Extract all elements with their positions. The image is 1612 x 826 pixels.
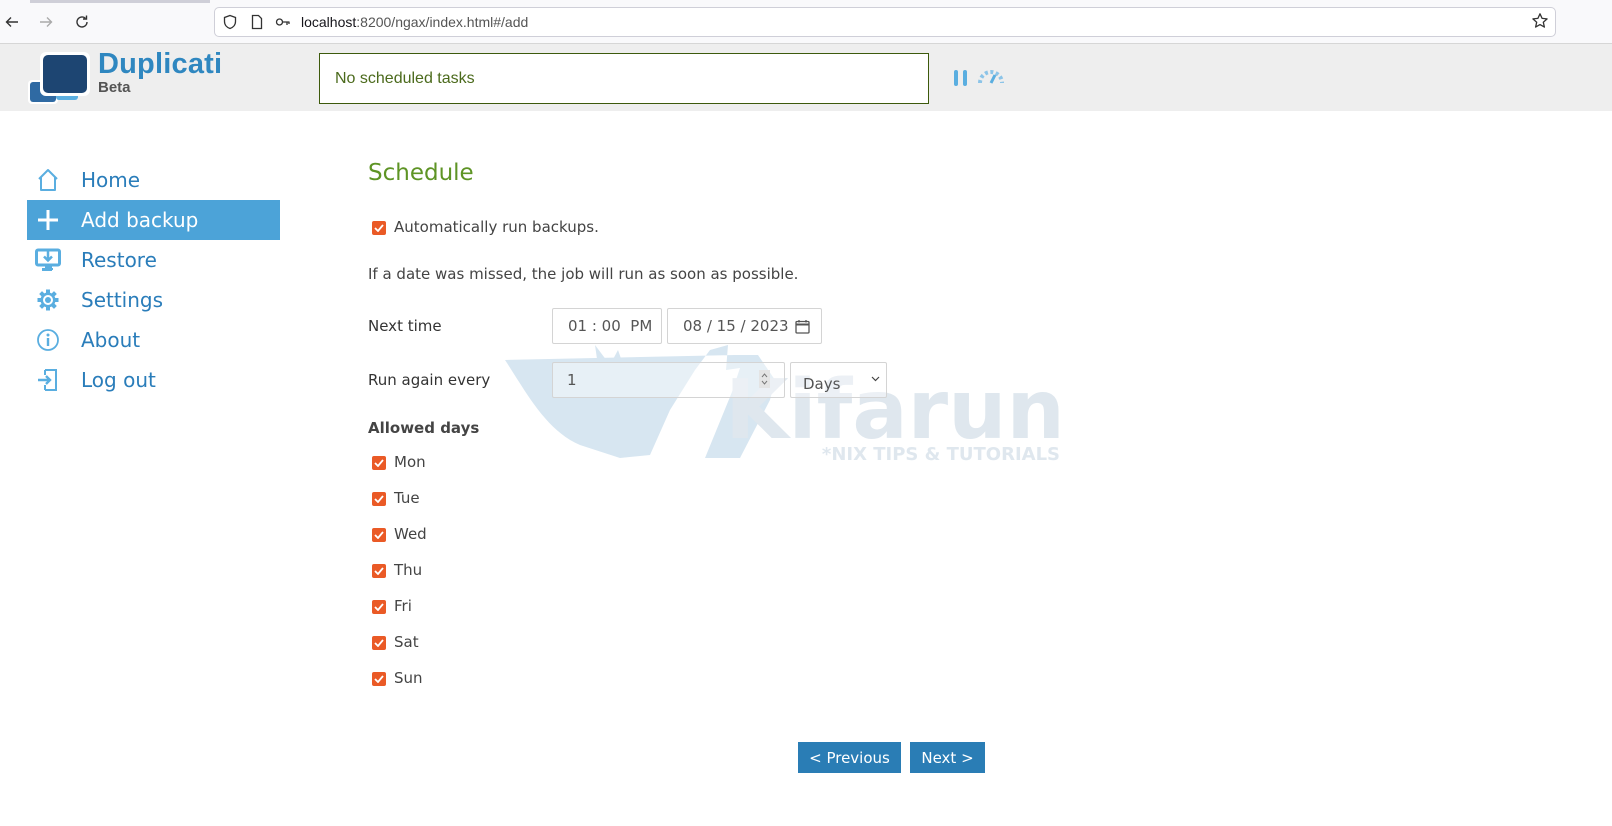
check-icon: [374, 639, 384, 647]
plus-icon: [38, 210, 58, 230]
bookmark-button[interactable]: [1531, 12, 1549, 35]
sidebar-item-label: Restore: [81, 248, 157, 272]
page-title: Schedule: [368, 160, 474, 186]
reload-icon: [76, 15, 88, 28]
arrow-right-icon: [40, 17, 53, 27]
previous-button[interactable]: < Previous: [798, 742, 901, 773]
check-icon: [374, 224, 384, 232]
day-label-mon[interactable]: Mon: [394, 453, 426, 471]
shield-icon: [223, 14, 237, 30]
url-path: :8200/ngax/index.html#/add: [356, 14, 529, 30]
sidebar-item-label: Log out: [81, 368, 156, 392]
run-again-unit-value: Days: [803, 375, 841, 393]
day-checkbox-fri[interactable]: [372, 600, 386, 614]
status-text: No scheduled tasks: [335, 69, 475, 87]
app-header: Duplicati Beta No scheduled tasks: [0, 44, 1612, 111]
back-button[interactable]: [0, 10, 24, 34]
day-checkbox-thu[interactable]: [372, 564, 386, 578]
check-icon: [374, 675, 384, 683]
sidebar-item-home[interactable]: Home: [27, 160, 280, 200]
status-box: No scheduled tasks: [319, 53, 929, 104]
pause-icon-bar: [963, 70, 967, 86]
arrow-left-icon: [5, 17, 18, 27]
brand: Duplicati Beta: [98, 48, 222, 96]
address-bar[interactable]: localhost:8200/ngax/index.html#/add: [214, 7, 1556, 37]
check-icon: [374, 459, 384, 467]
check-icon: [374, 531, 384, 539]
restore-icon: [35, 248, 61, 271]
day-label-sun[interactable]: Sun: [394, 669, 423, 687]
spinner-icon[interactable]: [759, 370, 770, 388]
key-icon: [275, 18, 290, 26]
logout-icon: [38, 369, 57, 391]
sidebar-item-about[interactable]: About: [27, 320, 280, 360]
sidebar-item-label: About: [81, 328, 141, 352]
forward-button[interactable]: [34, 10, 58, 34]
day-label-fri[interactable]: Fri: [394, 597, 412, 615]
next-button[interactable]: Next >: [910, 742, 985, 773]
app-name: Duplicati: [98, 48, 223, 80]
day-checkbox-tue[interactable]: [372, 492, 386, 506]
allowed-days-label: Allowed days: [368, 419, 480, 437]
day-checkbox-sat[interactable]: [372, 636, 386, 650]
star-icon: [1532, 13, 1548, 28]
page-icon: [251, 14, 263, 30]
url-host: localhost: [301, 14, 357, 30]
run-again-input[interactable]: 1: [552, 362, 785, 398]
next-date-value: 08 / 15 / 2023: [683, 317, 789, 335]
day-label-sat[interactable]: Sat: [394, 633, 419, 651]
throttle-icon[interactable]: [977, 69, 1005, 85]
run-again-unit-select[interactable]: Days: [790, 362, 887, 398]
info-icon: [37, 329, 59, 351]
home-icon: [38, 169, 58, 191]
reload-button[interactable]: [70, 10, 94, 34]
chevron-down-icon: [871, 376, 880, 382]
watermark-logo: Kifarunix *NIX TIPS & TUTORIALS: [505, 345, 1070, 465]
day-checkbox-wed[interactable]: [372, 528, 386, 542]
next-time-input[interactable]: 01 : 00 PM: [552, 308, 662, 344]
sidebar-item-label: Home: [81, 168, 141, 192]
day-label-tue[interactable]: Tue: [394, 489, 420, 507]
next-date-input[interactable]: 08 / 15 / 2023: [667, 308, 822, 344]
sidebar-item-settings[interactable]: Settings: [27, 280, 280, 320]
sidebar-item-restore[interactable]: Restore: [27, 240, 280, 280]
sidebar-item-label: Add backup: [81, 208, 199, 232]
calendar-icon[interactable]: [794, 319, 810, 334]
day-label-thu[interactable]: Thu: [394, 561, 422, 579]
day-checkbox-mon[interactable]: [372, 456, 386, 470]
app-subtitle: Beta: [98, 79, 131, 96]
run-again-label: Run again every: [368, 371, 491, 389]
sidebar-item-add-backup[interactable]: Add backup: [27, 200, 280, 240]
url-text[interactable]: localhost:8200/ngax/index.html#/add: [301, 14, 528, 30]
sidebar-nav: Home Add backup Restore Settings About L…: [27, 160, 280, 400]
tab-strip-edge: [30, 0, 210, 3]
gear-icon: [37, 289, 59, 311]
check-icon: [374, 567, 384, 575]
sidebar-item-label: Settings: [81, 288, 164, 312]
duplicati-logo[interactable]: [28, 52, 90, 104]
watermark-tagline: *NIX TIPS & TUTORIALS: [822, 444, 1060, 465]
auto-run-label[interactable]: Automatically run backups.: [394, 218, 599, 236]
run-again-value: 1: [567, 371, 577, 389]
next-time-label: Next time: [368, 317, 442, 335]
check-icon: [374, 495, 384, 503]
day-label-wed[interactable]: Wed: [394, 525, 427, 543]
pause-button[interactable]: [954, 70, 968, 86]
sidebar-item-logout[interactable]: Log out: [27, 360, 280, 400]
day-checkbox-sun[interactable]: [372, 672, 386, 686]
browser-toolbar: localhost:8200/ngax/index.html#/add: [0, 0, 1612, 44]
auto-run-checkbox[interactable]: [372, 221, 386, 235]
next-time-value: 01 : 00 PM: [568, 317, 653, 335]
pause-icon: [954, 70, 958, 86]
check-icon: [374, 603, 384, 611]
missed-note: If a date was missed, the job will run a…: [368, 265, 799, 283]
